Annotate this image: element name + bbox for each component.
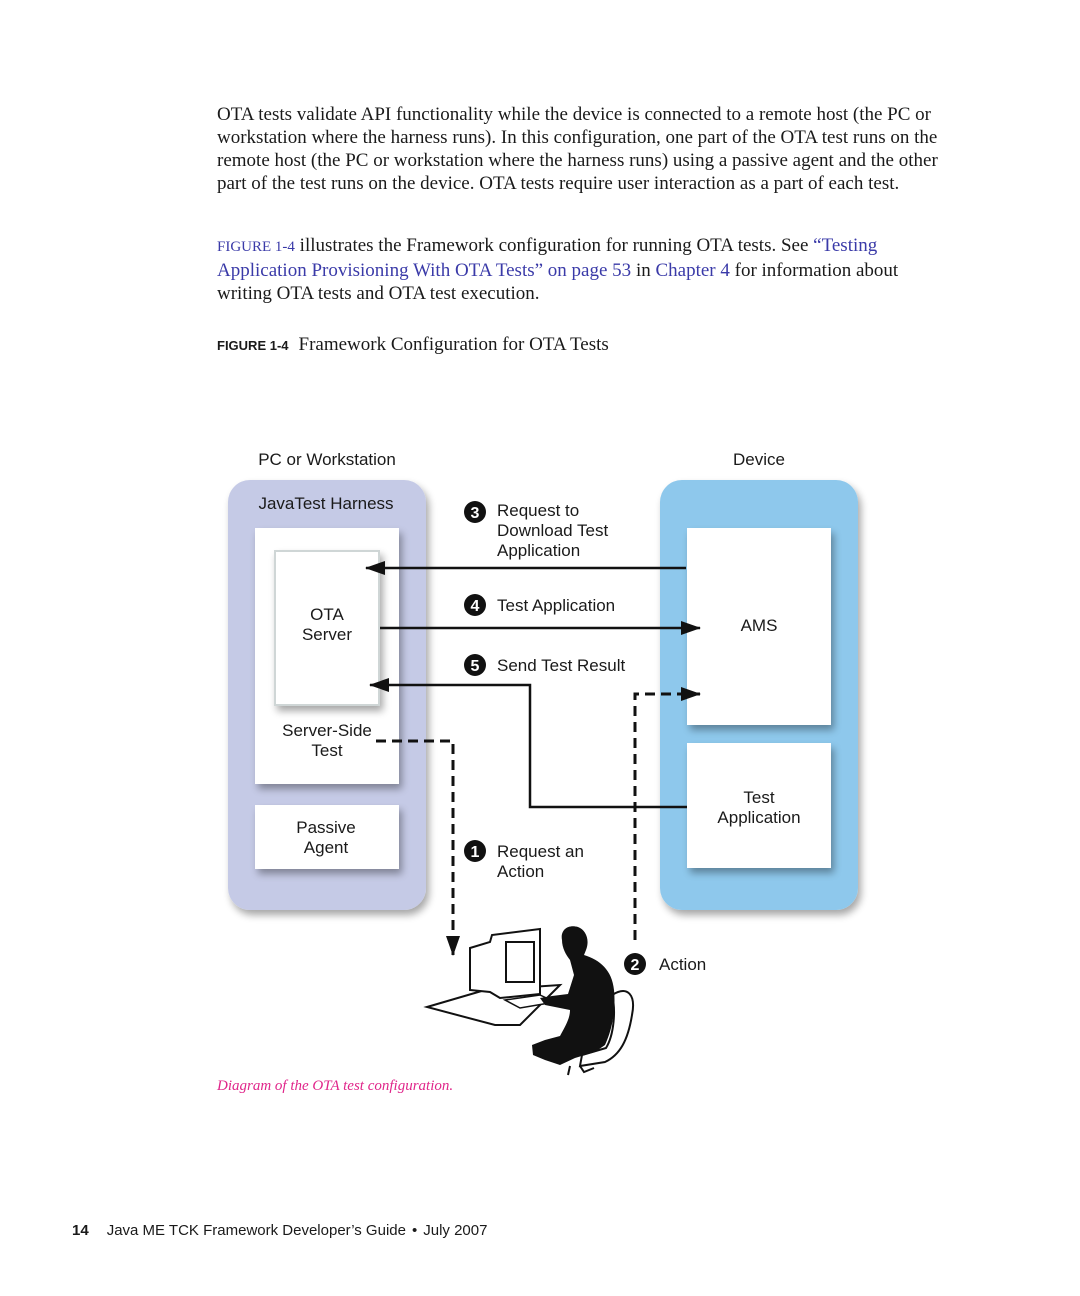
page-number: 14 <box>72 1222 89 1239</box>
step-1-line-1: Request an <box>497 842 584 861</box>
ams-box <box>687 528 831 725</box>
figure-caption: Diagram of the OTA test configuration. <box>217 1078 454 1094</box>
chair-shape <box>578 990 634 1068</box>
figure-label: FIGURE 1-4 <box>217 338 289 353</box>
harness-inner-box <box>255 528 399 784</box>
harness-label: JavaTest Harness <box>258 494 393 513</box>
step-2: 2 Action <box>624 953 706 975</box>
footer-separator: • <box>411 1222 418 1239</box>
figure-reference-paragraph: FIGURE 1-4 illustrates the Framework con… <box>217 234 957 305</box>
step-4: 4 Test Application <box>464 594 615 616</box>
test-application-box <box>687 743 831 868</box>
ota-server-label-1: OTA <box>310 605 344 624</box>
dashed-action-to-ams <box>633 687 701 940</box>
javatest-harness-panel <box>228 480 426 910</box>
left-heading: PC or Workstation <box>258 450 396 469</box>
step-1-line-2: Action <box>497 862 544 881</box>
publication-date: July 2007 <box>423 1222 488 1239</box>
paragraph-text: illustrates the Framework configuration … <box>294 235 814 256</box>
step-1-number: 1 <box>471 844 480 861</box>
user-at-computer-illustration <box>423 926 634 1076</box>
figure-link[interactable]: FIGURE 1-4 <box>217 239 295 255</box>
ota-server-box <box>274 550 380 706</box>
server-side-test-label-1: Server-Side <box>282 721 372 740</box>
step-4-line-1: Test Application <box>497 596 615 615</box>
step-4-number: 4 <box>471 598 480 615</box>
monitor-shape <box>469 927 541 1000</box>
right-heading: Device <box>733 450 785 469</box>
step-1: 1 Request an Action <box>464 840 584 881</box>
step-3-number: 3 <box>471 505 480 522</box>
ota-server-label-2: Server <box>302 625 352 644</box>
server-side-test-label-2: Test <box>311 741 342 760</box>
keyboard-shape <box>502 994 558 1009</box>
step-2-line-1: Action <box>659 955 706 974</box>
passive-agent-label-2: Agent <box>304 838 349 857</box>
desk-shape <box>423 983 563 1026</box>
step-5: 5 Send Test Result <box>464 654 625 676</box>
passive-agent-label-1: Passive <box>296 818 356 837</box>
test-application-label-1: Test <box>743 788 774 807</box>
passive-agent-box <box>255 805 399 869</box>
step-3: 3 Request to Download Test Application <box>464 501 608 560</box>
step-5-number: 5 <box>471 658 480 675</box>
arrow-send-test-result <box>369 678 687 809</box>
step-3-line-1: Request to <box>497 501 579 520</box>
step-3-line-3: Application <box>497 541 580 560</box>
test-application-label-2: Application <box>717 808 800 827</box>
book-title: Java ME TCK Framework Developer’s Guide <box>106 1222 406 1239</box>
monitor-screen <box>505 941 535 983</box>
chair-base <box>567 1065 595 1076</box>
figure-title: FIGURE 1-4 Framework Configuration for OT… <box>217 334 609 356</box>
chapter-link[interactable]: Chapter 4 <box>655 260 729 281</box>
person-silhouette <box>532 926 615 1065</box>
figure-title-text: Framework Configuration for OTA Tests <box>298 334 609 355</box>
step-5-line-1: Send Test Result <box>497 656 625 675</box>
intro-paragraph: OTA tests validate API functionality whi… <box>217 104 938 194</box>
device-panel <box>660 480 858 910</box>
page-footer: 14 Java ME TCK Framework Developer’s Guid… <box>72 1222 487 1239</box>
ams-label: AMS <box>741 616 778 635</box>
paragraph-text: in <box>631 260 656 281</box>
step-2-number: 2 <box>631 957 640 974</box>
step-3-line-2: Download Test <box>497 521 608 540</box>
dashed-request-action <box>376 739 460 956</box>
